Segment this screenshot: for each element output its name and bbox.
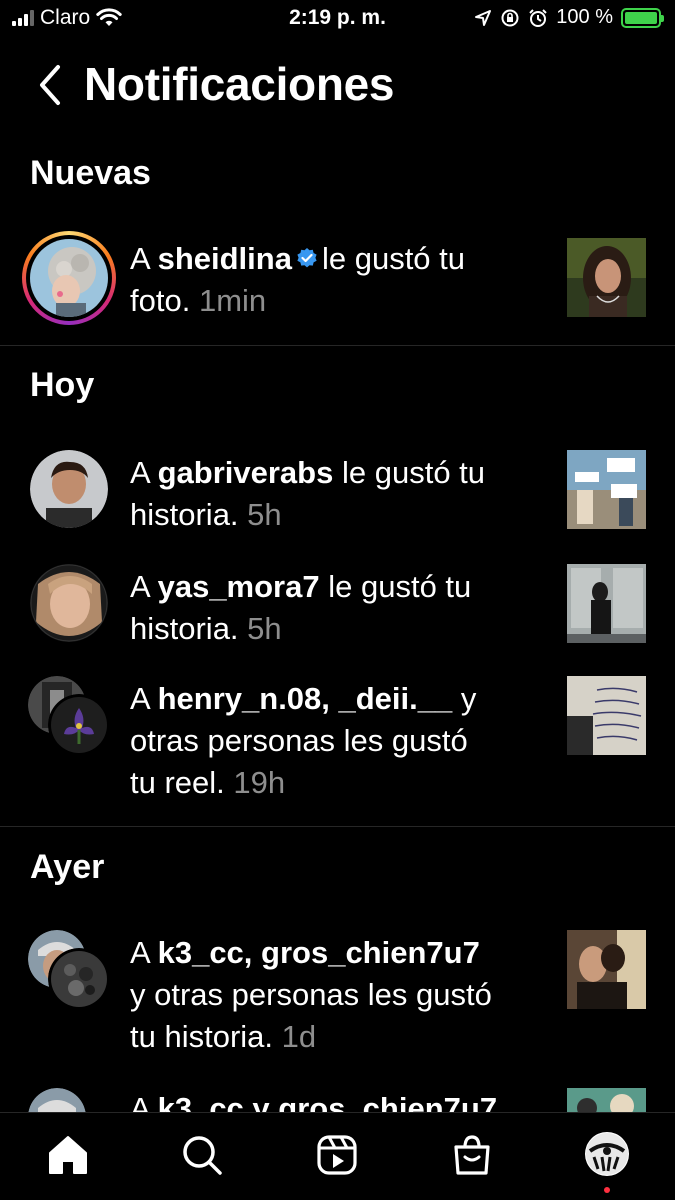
story-ring — [22, 231, 116, 325]
status-bar: Claro 2:19 p. m. 100 % — [0, 0, 675, 38]
orientation-lock-icon — [501, 9, 519, 26]
post-thumbnail[interactable] — [567, 238, 646, 317]
section-divider — [0, 826, 675, 827]
avatar[interactable] — [48, 694, 110, 756]
notification-text: A gabriverabs le gustó tu historia. 5h — [130, 455, 486, 532]
search-icon[interactable] — [180, 1133, 224, 1177]
status-right: 100 % — [474, 6, 664, 29]
timestamp: 19h — [233, 765, 286, 800]
username[interactable]: henry_n.08, _deii.__ — [158, 681, 453, 716]
timestamp: 1d — [281, 1019, 317, 1054]
reels-icon[interactable] — [315, 1133, 359, 1177]
notification-item[interactable]: A gabriverabs le gustó tu historia. 5h — [0, 440, 675, 540]
story-thumbnail[interactable] — [567, 930, 646, 1009]
bottom-tab-bar — [0, 1112, 675, 1200]
timestamp: 5h — [247, 611, 282, 646]
username[interactable]: sheidlina — [158, 241, 292, 276]
story-thumbnail[interactable] — [567, 450, 646, 529]
notification-text: A henry_n.08, _deii.__ y otras personas … — [130, 681, 477, 800]
section-title-yesterday: Ayer — [30, 848, 105, 886]
notification-item[interactable]: A sheidlina le gustó tu foto. 1min — [0, 228, 675, 328]
notification-item[interactable]: A yas_mora7 le gustó tu historia. 5h — [0, 554, 675, 654]
timestamp: 1min — [198, 283, 267, 318]
back-chevron-icon[interactable] — [34, 61, 70, 109]
notification-item[interactable]: A k3_cc, gros_chien7u7 y otras personas … — [0, 922, 675, 1062]
notification-dot — [604, 1187, 610, 1193]
shop-icon[interactable] — [450, 1133, 494, 1177]
avatar[interactable] — [48, 948, 110, 1010]
section-title-today: Hoy — [30, 366, 95, 404]
avatar[interactable] — [30, 564, 108, 642]
home-icon[interactable] — [46, 1133, 90, 1177]
story-thumbnail[interactable] — [567, 564, 646, 643]
timestamp: 5h — [247, 497, 282, 532]
username[interactable]: k3_cc, gros_chien7u7 — [158, 935, 480, 970]
avatar — [30, 239, 108, 317]
location-icon — [475, 9, 492, 26]
reel-thumbnail[interactable] — [567, 676, 646, 755]
notification-text: A yas_mora7 le gustó tu historia. 5h — [130, 569, 472, 646]
notification-item[interactable]: A henry_n.08, _deii.__ y otras personas … — [0, 668, 675, 808]
username[interactable]: yas_mora7 — [158, 569, 320, 604]
alarm-icon — [529, 8, 547, 27]
username[interactable]: gabriverabs — [158, 455, 334, 490]
page-title: Notificaciones — [84, 58, 395, 110]
avatar[interactable] — [30, 450, 108, 528]
battery-percent: 100 % — [556, 6, 613, 28]
section-divider — [0, 345, 675, 346]
header: Notificaciones — [0, 55, 675, 115]
notification-text: A sheidlina le gustó tu foto. 1min — [130, 241, 466, 318]
section-title-new: Nuevas — [30, 154, 151, 192]
notification-text: A k3_cc, gros_chien7u7 y otras personas … — [130, 935, 492, 1054]
profile-avatar-icon[interactable] — [584, 1131, 630, 1177]
battery-icon — [621, 7, 664, 28]
verified-badge-icon — [297, 247, 317, 268]
